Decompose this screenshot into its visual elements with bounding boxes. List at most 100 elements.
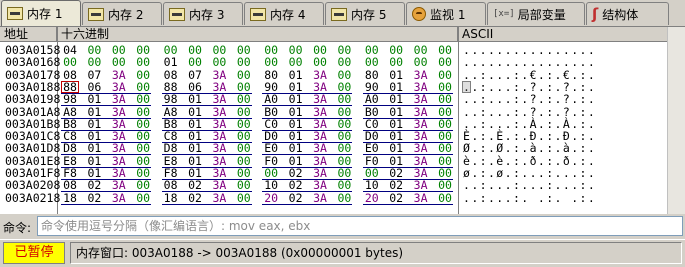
hex-byte[interactable]: 00 bbox=[135, 118, 151, 130]
tab-2[interactable]: 内存 2 bbox=[82, 2, 162, 25]
memory-row[interactable]: 003A01A8 A8 01 3A 00 A8 01 3A 00 B0 01 3A 00 B0 01 3A 00… bbox=[0, 106, 685, 118]
ascii-text[interactable]: ..:...:.?.:.?.:. bbox=[463, 93, 596, 105]
hex-byte[interactable]: 02 bbox=[388, 179, 404, 191]
hex-byte[interactable]: 01 bbox=[388, 130, 404, 142]
hex-byte[interactable]: 01 bbox=[86, 130, 102, 142]
hex-byte[interactable]: 98 bbox=[62, 93, 78, 105]
hex-byte[interactable]: 00 bbox=[86, 44, 102, 56]
hex-byte[interactable]: 00 bbox=[236, 167, 252, 179]
hex-byte[interactable]: 01 bbox=[288, 118, 304, 130]
hex-byte[interactable]: 01 bbox=[288, 155, 304, 167]
hex-byte[interactable]: 00 bbox=[336, 192, 352, 204]
hex-byte[interactable]: 01 bbox=[86, 106, 102, 118]
hex-byte[interactable]: 00 bbox=[135, 167, 151, 179]
hex-byte[interactable]: 08 bbox=[163, 69, 179, 81]
hex-byte[interactable]: 3A bbox=[211, 81, 227, 93]
hex-byte[interactable]: 00 bbox=[236, 142, 252, 154]
hex-byte[interactable]: 02 bbox=[187, 192, 203, 204]
hex-byte[interactable]: 00 bbox=[336, 56, 352, 68]
hex-byte[interactable]: 00 bbox=[135, 81, 151, 93]
hex-byte[interactable]: A8 bbox=[163, 106, 179, 118]
hex-byte[interactable]: 01 bbox=[288, 69, 304, 81]
hex-byte[interactable]: 01 bbox=[86, 167, 102, 179]
hex-byte[interactable]: 3A bbox=[413, 81, 429, 93]
hex-byte[interactable]: 20 bbox=[263, 192, 279, 204]
ascii-text[interactable]: È.:.È.:.Ð.:.Ð.:. bbox=[463, 130, 596, 142]
ascii-text[interactable]: Ø.:.Ø.:.à.:.à.:. bbox=[463, 142, 596, 154]
hex-byte[interactable]: 3A bbox=[111, 106, 127, 118]
hex-byte[interactable]: 01 bbox=[288, 106, 304, 118]
hex-byte[interactable]: 07 bbox=[187, 69, 203, 81]
ascii-text[interactable]: ................ bbox=[463, 44, 596, 56]
hex-byte[interactable]: 00 bbox=[413, 44, 429, 56]
hex-byte[interactable]: B0 bbox=[364, 106, 380, 118]
hex-byte[interactable]: 00 bbox=[135, 69, 151, 81]
hex-byte[interactable]: 02 bbox=[388, 192, 404, 204]
hex-byte[interactable]: 01 bbox=[187, 142, 203, 154]
hex-column-header[interactable]: 十六进制 bbox=[57, 27, 458, 42]
hex-byte[interactable]: 01 bbox=[86, 118, 102, 130]
hex-byte[interactable]: 90 bbox=[364, 81, 380, 93]
hex-byte[interactable]: 3A bbox=[211, 69, 227, 81]
hex-byte[interactable]: 3A bbox=[413, 118, 429, 130]
hex-byte[interactable]: A8 bbox=[62, 106, 78, 118]
hex-byte[interactable]: 00 bbox=[263, 44, 279, 56]
hex-byte[interactable]: 3A bbox=[111, 167, 127, 179]
ascii-text[interactable]: ..:...:.€.:.€.:. bbox=[463, 69, 596, 81]
hex-byte[interactable]: 06 bbox=[187, 81, 203, 93]
hex-byte[interactable]: 01 bbox=[388, 93, 404, 105]
hex-byte[interactable]: 00 bbox=[86, 56, 102, 68]
hex-byte[interactable]: 00 bbox=[135, 179, 151, 191]
hex-byte[interactable]: 00 bbox=[364, 56, 380, 68]
tab-1[interactable]: 内存 1 bbox=[1, 0, 81, 26]
hex-byte[interactable]: E0 bbox=[263, 142, 279, 154]
hex-byte[interactable]: 00 bbox=[163, 44, 179, 56]
memory-row[interactable]: 003A0188 88 06 3A 00 88 06 3A 00 90 01 3A 00 90 01 3A 00… bbox=[0, 81, 685, 93]
tab-6[interactable]: 监视 1 bbox=[406, 2, 486, 25]
hex-byte[interactable]: 01 bbox=[86, 93, 102, 105]
hex-byte[interactable]: 00 bbox=[135, 93, 151, 105]
tab-5[interactable]: 内存 5 bbox=[325, 2, 405, 25]
tab-3[interactable]: 内存 3 bbox=[163, 2, 243, 25]
hex-byte[interactable]: 3A bbox=[312, 155, 328, 167]
hex-byte[interactable]: F0 bbox=[263, 155, 279, 167]
hex-byte[interactable]: 00 bbox=[437, 106, 453, 118]
hex-byte[interactable]: 02 bbox=[86, 179, 102, 191]
hex-byte[interactable]: 00 bbox=[236, 93, 252, 105]
hex-byte[interactable]: 02 bbox=[288, 179, 304, 191]
hex-byte[interactable]: 00 bbox=[336, 106, 352, 118]
hex-byte[interactable]: 01 bbox=[288, 142, 304, 154]
hex-byte[interactable]: B8 bbox=[62, 118, 78, 130]
hex-byte[interactable]: 08 bbox=[62, 69, 78, 81]
hex-byte[interactable]: E0 bbox=[364, 142, 380, 154]
memory-row[interactable]: 003A01D8 D8 01 3A 00 D8 01 3A 00 E0 01 3A 00 E0 01 3A 00… bbox=[0, 142, 685, 154]
hex-byte[interactable]: 3A bbox=[413, 155, 429, 167]
hex-byte[interactable]: 00 bbox=[336, 93, 352, 105]
hex-byte[interactable]: 18 bbox=[163, 192, 179, 204]
hex-byte[interactable]: 3A bbox=[312, 81, 328, 93]
hex-byte[interactable]: 00 bbox=[336, 179, 352, 191]
hex-byte[interactable]: 3A bbox=[312, 130, 328, 142]
hex-byte[interactable]: 00 bbox=[437, 167, 453, 179]
hex-byte[interactable]: 00 bbox=[236, 44, 252, 56]
hex-byte[interactable]: C8 bbox=[62, 130, 78, 142]
hex-byte[interactable]: 3A bbox=[211, 118, 227, 130]
hex-byte[interactable]: 00 bbox=[263, 56, 279, 68]
hex-byte[interactable]: 3A bbox=[413, 130, 429, 142]
hex-byte[interactable]: 3A bbox=[413, 69, 429, 81]
hex-byte[interactable]: 01 bbox=[288, 81, 304, 93]
hex-byte[interactable]: C0 bbox=[364, 118, 380, 130]
hex-byte[interactable]: 3A bbox=[111, 81, 127, 93]
hex-byte[interactable]: 10 bbox=[263, 179, 279, 191]
hex-byte[interactable]: 00 bbox=[437, 69, 453, 81]
hex-byte[interactable]: 07 bbox=[86, 69, 102, 81]
hex-byte[interactable]: 00 bbox=[364, 167, 380, 179]
hex-byte[interactable]: 00 bbox=[437, 56, 453, 68]
memory-row[interactable]: 003A0158 04 00 00 00 00 00 00 00 00 00 00 00 00 00 00 00… bbox=[0, 44, 685, 56]
hex-byte[interactable]: 00 bbox=[62, 56, 78, 68]
hex-byte[interactable]: 00 bbox=[135, 142, 151, 154]
hex-byte[interactable]: 80 bbox=[263, 69, 279, 81]
hex-byte[interactable]: 00 bbox=[437, 192, 453, 204]
hex-byte[interactable]: 00 bbox=[111, 44, 127, 56]
hex-byte[interactable]: 04 bbox=[62, 44, 78, 56]
